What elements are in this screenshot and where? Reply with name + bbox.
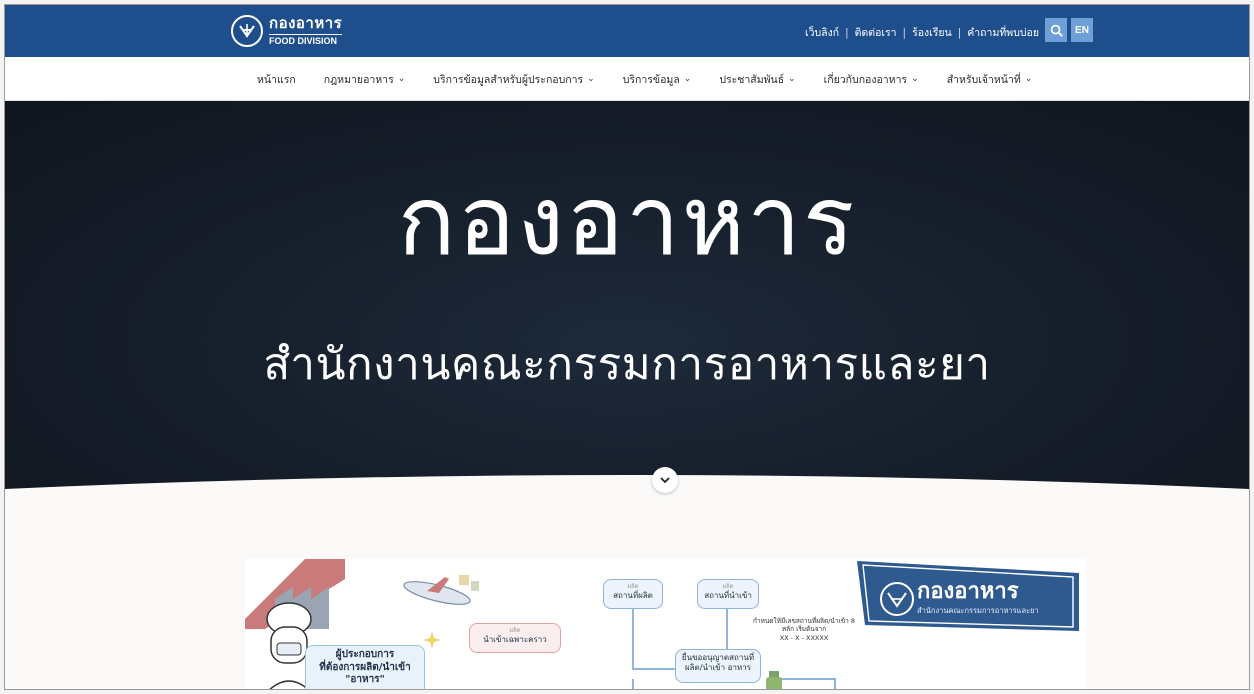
- site-logo[interactable]: กองอาหาร FOOD DIVISION: [231, 13, 343, 49]
- nav-item-information-services[interactable]: บริการข้อมูล ⌄: [623, 71, 692, 88]
- nav-item-food-law[interactable]: กฎหมายอาหาร ⌄: [324, 71, 406, 88]
- search-icon: [1050, 24, 1063, 37]
- browser-viewport: กองอาหาร FOOD DIVISION เว็บลิงก์ | ติดต่…: [4, 4, 1250, 690]
- complaint-link[interactable]: ร้องเรียน: [912, 24, 952, 41]
- license-number-note: กำหนดให้มีเลขสถานที่ผลิต/นำเข้า 8 หลัก เ…: [749, 617, 859, 642]
- weblink-link[interactable]: เว็บลิงก์: [805, 24, 839, 41]
- sparkle-icon: [423, 631, 441, 649]
- import-temporary-node: ผลิต นำเข้าเฉพาะคราว: [469, 623, 561, 653]
- chevron-down-icon: ⌄: [788, 74, 796, 84]
- nav-item-staff[interactable]: สำหรับเจ้าหน้าที่ ⌄: [947, 71, 1033, 88]
- nav-item-label: สำหรับเจ้าหน้าที่: [946, 73, 1021, 86]
- link-divider: |: [957, 26, 962, 39]
- main-navigation: หน้าแรก กฎหมายอาหาร ⌄ บริการข้อมูลสำหรับ…: [5, 57, 1249, 101]
- hero-banner: กองอาหาร สำนักงานคณะกรรมการอาหารและยา: [5, 101, 1249, 501]
- place-import-label: สถานที่นำเข้า: [704, 590, 752, 600]
- scroll-down-button[interactable]: [652, 467, 678, 493]
- language-toggle-button[interactable]: EN: [1071, 18, 1093, 42]
- nav-item-label: ประชาสัมพันธ์: [719, 73, 785, 86]
- link-divider: |: [902, 26, 907, 39]
- license-application-node: ยื่นขออนุญาตสถานที่ ผลิต/นำเข้า อาหาร: [675, 649, 761, 683]
- faq-link[interactable]: คำถามที่พบบ่อย: [967, 24, 1039, 41]
- fda-emblem-icon: [231, 15, 263, 47]
- nav-item-about[interactable]: เกี่ยวกับกองอาหาร ⌄: [824, 71, 919, 88]
- search-button[interactable]: [1045, 18, 1067, 42]
- node-tag: ผลิต: [627, 583, 639, 590]
- place-produce-label: สถานที่ผลิต: [613, 590, 653, 600]
- nav-item-label: เกี่ยวกับกองอาหาร: [823, 73, 908, 86]
- link-divider: |: [845, 26, 849, 39]
- hero-title: กองอาหาร: [397, 165, 857, 277]
- node-tag: ผลิต: [509, 627, 521, 634]
- nav-item-public-relations[interactable]: ประชาสัมพันธ์ ⌄: [719, 71, 795, 88]
- top-header-bar: กองอาหาร FOOD DIVISION เว็บลิงก์ | ติดต่…: [5, 5, 1249, 57]
- license-number-code: XX - X - XXXXX: [779, 633, 829, 642]
- contact-link[interactable]: ติดต่อเรา: [855, 24, 897, 41]
- nav-item-label: กฎหมายอาหาร: [323, 73, 394, 86]
- airplane-illustration-icon: [403, 575, 479, 605]
- chevron-down-icon: [660, 477, 670, 484]
- product-bottle-icon: [766, 671, 782, 689]
- license-application-label: ยื่นขออนุญาตสถานที่ ผลิต/นำเข้า อาหาร: [681, 653, 755, 672]
- nav-item-home[interactable]: หน้าแรก: [257, 71, 296, 88]
- hero-subtitle: สำนักงานคณะกรรมการอาหารและยา: [263, 339, 991, 390]
- chevron-down-icon: ⌄: [587, 74, 595, 84]
- import-temporary-label: นำเข้าเฉพาะคราว: [483, 634, 547, 644]
- chevron-down-icon: ⌄: [683, 74, 692, 84]
- chevron-down-icon: ⌄: [397, 74, 406, 84]
- license-number-note-text: กำหนดให้มีเลขสถานที่ผลิต/นำเข้า 8 หลัก เ…: [752, 617, 856, 634]
- utility-links: เว็บลิงก์ | ติดต่อเรา | ร้องเรียน | คำถา…: [805, 24, 1039, 41]
- operator-line-3: "อาหาร": [345, 674, 385, 685]
- nav-item-label: หน้าแรก: [257, 73, 296, 86]
- logo-subtitle: FOOD DIVISION: [269, 34, 343, 46]
- badge-title: กองอาหาร: [917, 578, 1019, 604]
- badge-subtitle: สำนักงานคณะกรรมการอาหารและยา: [917, 606, 1039, 615]
- logo-title: กองอาหาร: [269, 14, 343, 32]
- chevron-down-icon: ⌄: [1024, 74, 1033, 84]
- nav-item-operator-services[interactable]: บริการข้อมูลสำหรับผู้ประกอบการ ⌄: [433, 71, 594, 88]
- operator-callout: ผู้ประกอบการ ที่ต้องการผลิต/นำเข้า "อาหา…: [305, 645, 425, 689]
- nav-item-label: บริการข้อมูลสำหรับผู้ประกอบการ: [433, 73, 584, 86]
- place-produce-node: ผลิต สถานที่ผลิต: [603, 579, 663, 609]
- place-import-node: ผลิต สถานที่นำเข้า: [697, 579, 759, 609]
- hero-bottom-curve: [5, 475, 1249, 501]
- operator-line-1: ผู้ประกอบการ: [335, 649, 395, 660]
- content-section: ผู้ประกอบการ ที่ต้องการผลิต/นำเข้า "อาหา…: [5, 501, 1249, 689]
- nav-item-label: บริการข้อมูล: [622, 73, 680, 86]
- operator-line-2: ที่ต้องการผลิต/นำเข้า: [319, 661, 411, 673]
- node-tag: ผลิต: [722, 583, 734, 590]
- chevron-down-icon: ⌄: [911, 74, 919, 84]
